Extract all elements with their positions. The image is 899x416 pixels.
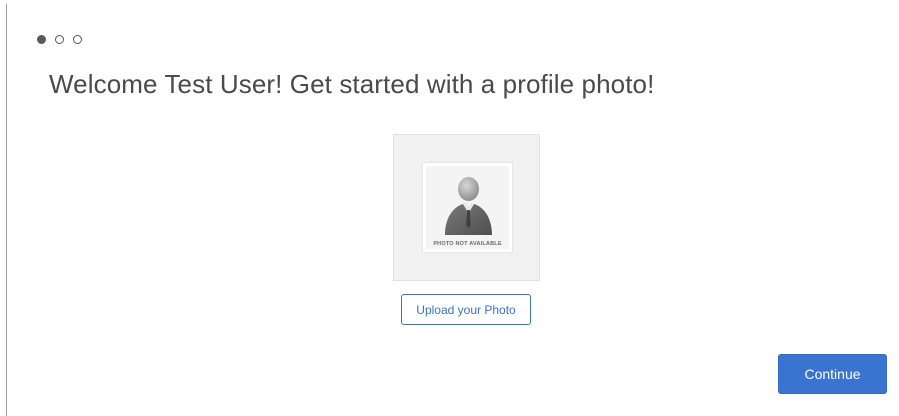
profile-photo-placeholder: PHOTO NOT AVAILABLE — [422, 162, 513, 253]
step-dot-3 — [73, 35, 82, 44]
page-title: Welcome Test User! Get started with a pr… — [49, 69, 655, 99]
upload-photo-button[interactable]: Upload your Photo — [401, 294, 531, 325]
photo-not-available-label: PHOTO NOT AVAILABLE — [433, 241, 502, 247]
step-dot-1 — [37, 35, 46, 44]
person-silhouette-icon — [445, 177, 492, 235]
step-indicator — [37, 35, 82, 44]
continue-button[interactable]: Continue — [778, 354, 887, 394]
onboarding-window: Welcome Test User! Get started with a pr… — [0, 0, 899, 416]
step-dot-2 — [55, 35, 64, 44]
cut-off-text-strip — [0, 0, 899, 5]
window-left-border — [6, 4, 7, 416]
profile-photo-frame: PHOTO NOT AVAILABLE — [393, 134, 540, 281]
